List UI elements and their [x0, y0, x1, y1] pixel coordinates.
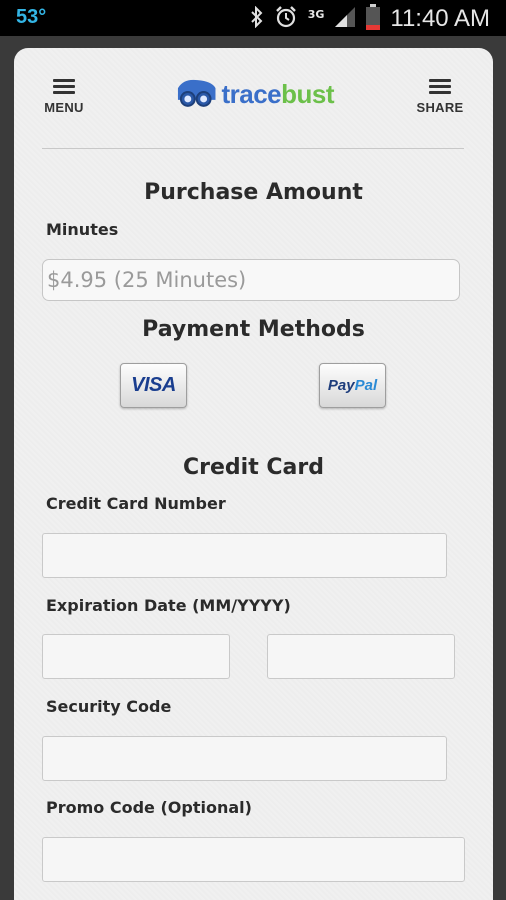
visa-logo: VISA: [131, 374, 176, 396]
network-type: 3G: [307, 7, 325, 21]
visa-button[interactable]: VISA: [120, 363, 187, 408]
share-label: SHARE: [416, 100, 464, 115]
payment-methods-heading: Payment Methods: [142, 317, 365, 342]
paypal-logo: PayPal: [327, 377, 378, 394]
alarm-icon: [274, 5, 298, 33]
clock: 11:40 AM: [390, 5, 490, 32]
logo-wordmark: tracebust: [221, 78, 334, 109]
promo-code-label: Promo Code (Optional): [46, 798, 252, 817]
purchase-amount-heading: Purchase Amount: [144, 180, 363, 205]
status-icons: 3G 11:40 AM: [250, 4, 490, 34]
card-number-label: Credit Card Number: [46, 494, 226, 513]
card-number-input[interactable]: [42, 533, 447, 578]
tracebust-logo[interactable]: tracebust: [174, 76, 334, 112]
payment-card: MENU tracebust SHARE Purchase Amount Min…: [14, 48, 493, 900]
minutes-label: Minutes: [46, 220, 119, 239]
share-button[interactable]: SHARE: [410, 76, 470, 115]
credit-card-heading: Credit Card: [183, 455, 324, 480]
hamburger-icon: [53, 79, 75, 94]
minutes-select-value: $4.95 (25 Minutes): [47, 268, 247, 292]
menu-label: MENU: [44, 100, 84, 115]
security-code-input[interactable]: [42, 736, 447, 781]
menu-button[interactable]: MENU: [34, 76, 94, 115]
temperature-indicator: 53°: [16, 6, 47, 28]
paypal-button[interactable]: PayPal: [319, 363, 386, 408]
promo-code-input[interactable]: [42, 837, 465, 882]
minutes-select[interactable]: $4.95 (25 Minutes): [42, 259, 460, 301]
header-divider: [42, 148, 464, 149]
expiration-month-input[interactable]: [42, 634, 230, 679]
share-menu-icon: [429, 79, 451, 94]
signal-icon: [334, 6, 356, 32]
expiration-year-input[interactable]: [267, 634, 455, 679]
security-code-label: Security Code: [46, 697, 172, 716]
expiration-label: Expiration Date (MM/YYYY): [46, 596, 291, 615]
top-navigation: MENU tracebust SHARE: [14, 48, 493, 138]
battery-icon: [366, 4, 381, 34]
bluetooth-icon: [250, 5, 264, 32]
status-bar: 53° 3G 11:40 AM: [0, 0, 506, 36]
goggles-icon: [177, 79, 216, 107]
